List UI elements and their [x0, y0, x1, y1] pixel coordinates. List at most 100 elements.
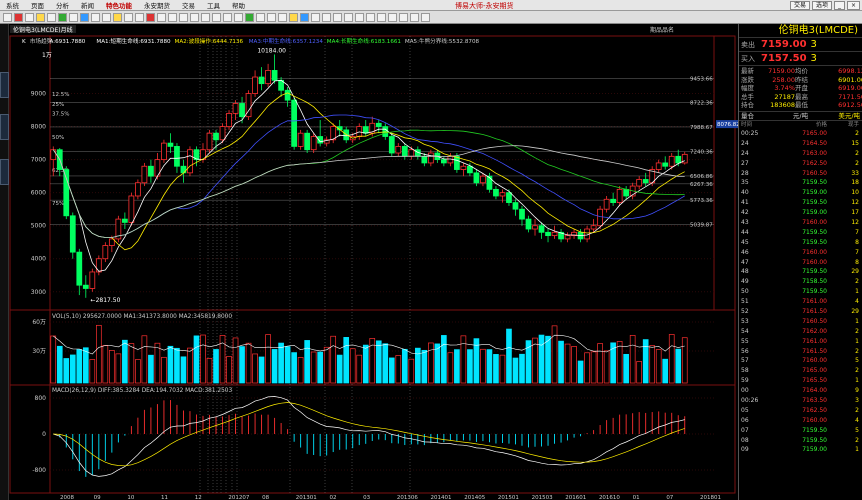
candle-body	[454, 155, 460, 170]
tick-time: 07	[741, 426, 749, 434]
volume-bar	[258, 356, 265, 384]
tick-volume: 12	[851, 218, 859, 226]
tick-price: 7162.50	[802, 159, 827, 167]
tick-list[interactable]: 00:25 7165.00 2 24 7164.50 15 24 7163.00 2 27 7162…	[739, 129, 862, 455]
tick-time: 00	[741, 387, 749, 395]
volume-bar	[141, 335, 148, 384]
tick-row: 49 7158.50 2	[739, 277, 862, 287]
x-date-label: 07	[666, 495, 673, 500]
volume-bar	[135, 359, 141, 384]
tick-price: 7160.00	[802, 258, 827, 266]
tick-price: 7158.50	[802, 278, 827, 286]
sell-row[interactable]: 卖出 7159.00 3	[739, 38, 862, 52]
quote-value-1-1: 258.00	[772, 75, 795, 84]
tick-row: 50 7159.50 1	[739, 287, 862, 297]
candle-body	[525, 218, 532, 230]
volume-bar	[343, 337, 350, 384]
high-label: 10184.00	[257, 47, 286, 54]
ma-line-60	[52, 145, 685, 239]
current-price-label: 8076.82	[717, 122, 738, 128]
tick-time: 48	[741, 268, 749, 276]
quote-label-1-2: 昨结	[795, 75, 808, 84]
quote-value-3-3: 7171.50	[838, 92, 862, 101]
tab-cny[interactable]: 元/吨	[781, 112, 821, 120]
volume-bar	[122, 339, 128, 384]
quote-value-2-1: 3.74%	[774, 84, 795, 93]
tick-price: 7159.50	[802, 238, 827, 246]
candle-body	[141, 165, 148, 184]
macd-tick: -800	[32, 467, 46, 474]
quote-label-4-0: 持仓	[741, 101, 754, 110]
candle-body	[590, 225, 597, 230]
volume-bar	[200, 334, 206, 384]
tick-price: 7160.50	[802, 169, 827, 177]
candle-body	[440, 159, 447, 164]
volume-bar	[668, 334, 675, 384]
tick-time: 52	[741, 308, 749, 315]
quote-value-0-1: 7159.00	[768, 67, 795, 75]
tick-subheader: 时间 价格 现手	[739, 121, 862, 129]
level-label: 9453.66	[690, 77, 713, 83]
tab-usd[interactable]: 美元/吨	[820, 112, 860, 120]
candle-body	[564, 235, 571, 240]
legend-text: MA5:牛熊分界线:5532.8708	[405, 37, 480, 45]
candle-body	[506, 192, 512, 203]
tick-row: 41 7159.50 12	[739, 198, 862, 208]
volume-bar	[681, 337, 688, 384]
volume-bar	[362, 344, 369, 384]
candle-body	[206, 132, 213, 151]
tick-time: 44	[741, 228, 749, 236]
options-button[interactable]: 选项	[811, 1, 832, 10]
tick-price: 7159.50	[802, 268, 827, 276]
volume-bar	[623, 353, 629, 384]
kline-chart[interactable]: K 市场趋势A:6931.7880 MA1:短期生命线:6931.7880 MA2:波…	[0, 0, 738, 500]
candle-body	[623, 188, 630, 197]
x-date-label: 08	[262, 495, 269, 500]
volume-bar	[69, 354, 76, 384]
tab-volume-oi[interactable]: 量仓	[741, 112, 781, 120]
volume-bar	[590, 351, 597, 384]
volume-tick: 60万	[32, 319, 46, 326]
volume-bar	[401, 348, 408, 384]
tick-row: 24 7164.50 15	[739, 139, 862, 149]
tick-volume: 5	[855, 357, 859, 365]
close-button[interactable]: ×	[846, 1, 860, 10]
tick-time: 28	[741, 169, 749, 177]
candle-body	[668, 155, 675, 167]
tick-time: 51	[741, 298, 749, 306]
buy-price: 7157.50	[761, 53, 807, 64]
volume-bar	[642, 339, 649, 384]
volume-bar	[636, 361, 642, 384]
volume-bar	[675, 348, 682, 384]
tick-price: 7163.00	[802, 149, 827, 157]
tick-volume: 4	[855, 298, 859, 306]
pct-label: 50%	[52, 135, 64, 141]
y-tick-label: 8000	[31, 124, 46, 131]
volume-bar	[519, 353, 525, 384]
tick-price: 7159.00	[802, 189, 827, 197]
buy-row[interactable]: 买入 7157.50 3	[739, 52, 862, 66]
x-date-label: 201405	[464, 495, 485, 500]
tick-time: 49	[741, 278, 749, 286]
tick-volume: 2	[855, 327, 859, 335]
trade-button[interactable]: 交易	[789, 1, 810, 10]
tick-volume: 18	[851, 179, 859, 187]
candle-body	[610, 198, 617, 203]
tick-price: 7160.00	[802, 357, 827, 365]
volume-bar	[577, 360, 584, 384]
candle-body	[395, 146, 402, 154]
volume-bar	[226, 356, 232, 384]
pct-label: 12.5%	[52, 92, 69, 98]
tick-volume: 12	[851, 199, 859, 207]
candle-body	[161, 142, 167, 161]
candle-body	[50, 149, 57, 161]
quote-value-1-3: 6901.00	[838, 75, 862, 84]
volume-bar	[291, 352, 297, 384]
y-tick-label: 3000	[31, 289, 46, 296]
tick-row: 09 7159.00 1	[739, 445, 862, 455]
panel-label: 期品品名	[650, 26, 674, 34]
tick-volume: 5	[855, 426, 859, 434]
volume-bar	[323, 346, 330, 384]
minimize-button[interactable]: _	[833, 1, 845, 10]
x-date-label: 02	[329, 495, 336, 500]
